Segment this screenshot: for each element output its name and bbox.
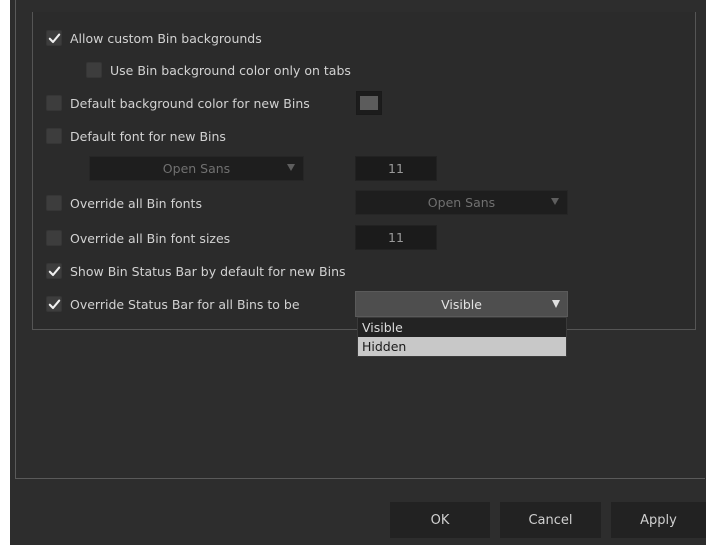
status-bar-visibility-select[interactable]: Visible (355, 291, 568, 317)
default-bg-color-swatch[interactable] (356, 91, 382, 115)
override-font-sizes-row: Override all Bin font sizes (46, 228, 230, 248)
ok-button[interactable]: OK (390, 502, 490, 538)
dropdown-option-hidden[interactable]: Hidden (358, 337, 566, 356)
override-font-size-input[interactable]: 11 (355, 225, 437, 250)
show-status-bar-label: Show Bin Status Bar by default for new B… (70, 263, 346, 279)
default-bg-color-label: Default background color for new Bins (70, 95, 310, 111)
default-font-select[interactable]: Open Sans (89, 156, 304, 181)
default-bg-color-row: Default background color for new Bins (46, 93, 310, 113)
status-bar-selected-value: Visible (441, 296, 482, 312)
color-swatch-fill (360, 96, 378, 110)
override-fonts-checkbox[interactable] (46, 195, 62, 211)
default-bg-color-checkbox[interactable] (46, 95, 62, 111)
default-font-size-value: 11 (388, 161, 404, 176)
check-icon (48, 33, 60, 43)
apply-button[interactable]: Apply (611, 502, 706, 538)
default-font-size-input[interactable]: 11 (355, 156, 437, 181)
override-status-bar-label: Override Status Bar for all Bins to be (70, 296, 300, 312)
override-font-select[interactable]: Open Sans (355, 190, 568, 215)
allow-custom-bg-row: Allow custom Bin backgrounds (46, 28, 262, 48)
status-bar-dropdown-list: Visible Hidden (357, 317, 567, 357)
override-font-size-value: 11 (388, 230, 404, 245)
allow-custom-bg-label: Allow custom Bin backgrounds (70, 30, 262, 46)
chevron-down-icon (287, 164, 295, 171)
default-font-value: Open Sans (162, 161, 231, 176)
override-fonts-label: Override all Bin fonts (70, 195, 202, 211)
override-status-bar-checkbox[interactable] (46, 296, 62, 312)
override-font-sizes-checkbox[interactable] (46, 230, 62, 246)
cancel-button[interactable]: Cancel (500, 502, 601, 538)
chevron-down-icon (552, 300, 560, 308)
check-icon (48, 266, 60, 276)
bg-only-tabs-row: Use Bin background color only on tabs (86, 60, 351, 80)
bg-only-tabs-label: Use Bin background color only on tabs (110, 62, 351, 78)
chevron-down-icon (551, 198, 559, 205)
allow-custom-bg-checkbox[interactable] (46, 30, 62, 46)
bg-only-tabs-checkbox[interactable] (86, 62, 102, 78)
default-font-row: Default font for new Bins (46, 126, 226, 146)
check-icon (48, 299, 60, 309)
override-font-value: Open Sans (427, 195, 496, 210)
show-status-bar-row: Show Bin Status Bar by default for new B… (46, 261, 346, 281)
override-status-bar-row: Override Status Bar for all Bins to be (46, 294, 300, 314)
show-status-bar-checkbox[interactable] (46, 263, 62, 279)
default-font-label: Default font for new Bins (70, 128, 226, 144)
default-font-checkbox[interactable] (46, 128, 62, 144)
dropdown-option-visible[interactable]: Visible (358, 318, 566, 337)
override-font-sizes-label: Override all Bin font sizes (70, 230, 231, 246)
override-fonts-row: Override all Bin fonts (46, 193, 202, 213)
